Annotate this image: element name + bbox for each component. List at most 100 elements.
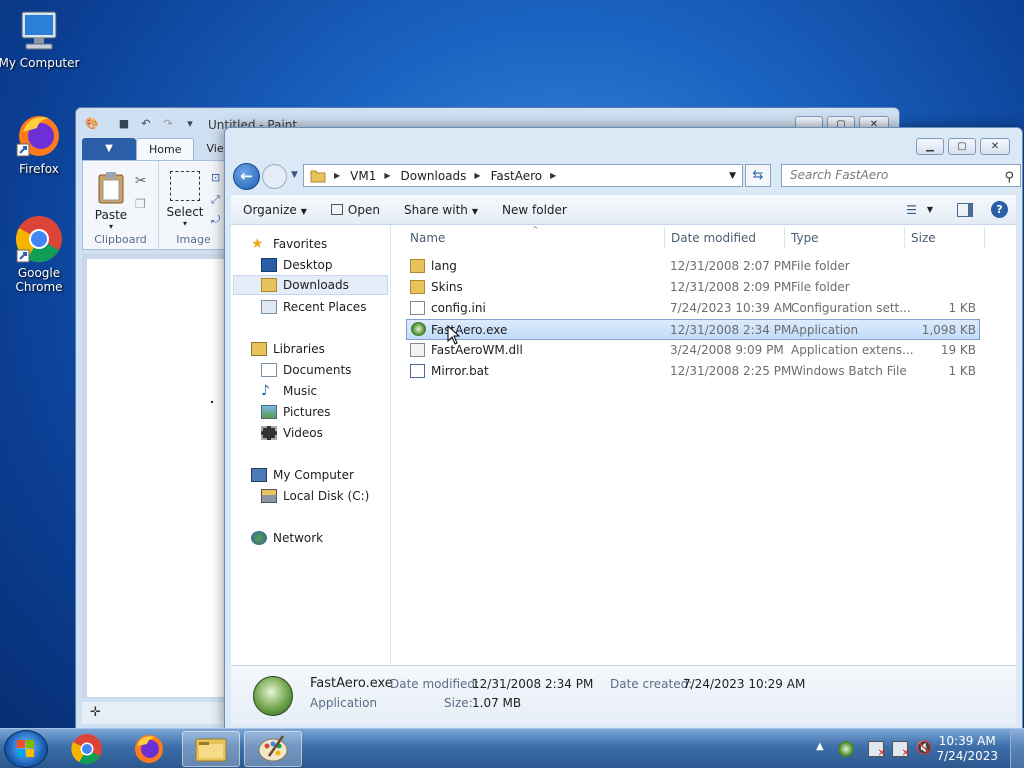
start-button[interactable] [4, 730, 48, 768]
desktop-icon-google-chrome[interactable]: Google Chrome [0, 214, 81, 294]
recent-pages-dropdown[interactable]: ▼ [291, 170, 298, 180]
undo-icon[interactable]: ↶ [138, 117, 154, 131]
address-bar[interactable]: ▶ VM1 ▶ Downloads ▶ FastAero ▶ ▼ [303, 164, 743, 187]
file-date-modified: 12/31/2008 2:09 PM [670, 280, 792, 294]
nav-pictures[interactable]: Pictures [261, 402, 331, 422]
paint-canvas[interactable] [87, 259, 227, 697]
column-header-date-modified[interactable]: Date modified [671, 231, 756, 245]
column-header-name[interactable]: Name [410, 231, 445, 245]
breadcrumb-vm1[interactable]: VM1 [350, 169, 376, 183]
close-button[interactable]: ✕ [980, 138, 1010, 155]
paint-file-menu-button[interactable]: ▼ [82, 138, 136, 160]
nav-favorites[interactable]: ★ Favorites [251, 234, 327, 254]
nav-downloads[interactable]: Downloads [233, 275, 388, 295]
nav-videos[interactable]: Videos [261, 423, 323, 443]
desktop-icon-my-computer[interactable]: My Computer [0, 8, 81, 70]
resize-icon[interactable]: ⤢ [211, 193, 220, 207]
column-header-type[interactable]: Type [791, 231, 819, 245]
file-row-config-ini[interactable]: config.ini 7/24/2023 10:39 AM Configurat… [406, 298, 980, 319]
taskbar-explorer[interactable] [182, 731, 240, 767]
file-row-fastaero-exe[interactable]: FastAero.exe 12/31/2008 2:34 PM Applicat… [406, 319, 980, 340]
preview-pane-icon[interactable] [957, 202, 973, 217]
explorer-window-controls: ▁ ▢ ✕ [916, 138, 1010, 155]
maximize-button[interactable]: ▢ [948, 138, 976, 155]
details-date-created: 7/24/2023 10:29 AM [683, 677, 806, 691]
network-tray-icon[interactable]: ✕ [892, 741, 910, 759]
clock[interactable]: 10:39 AM 7/24/2023 [936, 734, 998, 764]
redo-icon[interactable]: ↷ [160, 117, 176, 131]
explorer-icon [195, 738, 227, 762]
copy-icon[interactable]: ❐ [135, 197, 146, 211]
select-dropdown-arrow[interactable]: ▾ [165, 219, 205, 228]
file-size: 1,098 KB [921, 323, 976, 337]
minimize-button[interactable]: ▁ [916, 138, 944, 155]
show-hidden-icons-button[interactable]: ▲ [816, 741, 832, 757]
nav-libraries[interactable]: Libraries [251, 339, 325, 359]
forward-button[interactable] [262, 164, 287, 189]
new-folder-button[interactable]: New folder [490, 195, 579, 225]
paint-app-icon: 🎨 [85, 117, 99, 130]
breadcrumb-separator[interactable]: ▶ [474, 171, 480, 180]
crop-icon[interactable]: ⊡ [211, 171, 220, 184]
explorer-window[interactable]: ▁ ▢ ✕ ← ▼ ▶ VM1 ▶ Downloads ▶ FastAero ▶… [224, 127, 1023, 729]
windows-logo-icon [17, 740, 34, 757]
cut-icon[interactable]: ✂ [135, 173, 147, 189]
customize-qa-icon[interactable]: ▾ [182, 117, 198, 131]
file-row-fastaerowm-dll[interactable]: FastAeroWM.dll 3/24/2008 9:09 PM Applica… [406, 340, 980, 361]
column-divider[interactable] [904, 227, 905, 249]
open-icon [330, 203, 343, 215]
share-with-button[interactable]: Share with ▼ [392, 195, 490, 225]
file-name: lang [431, 259, 457, 273]
breadcrumb-separator[interactable]: ▶ [384, 171, 390, 180]
nav-music[interactable]: ♪ Music [261, 381, 317, 401]
file-row-skins[interactable]: Skins 12/31/2008 2:09 PM File folder [406, 277, 980, 298]
breadcrumb-separator[interactable]: ▶ [334, 171, 340, 180]
change-view-icon[interactable]: ☰ [906, 203, 917, 217]
volume-muted-icon[interactable]: 🔇 [916, 741, 932, 757]
refresh-button[interactable]: ⇆ [745, 164, 771, 187]
nav-local-disk[interactable]: Local Disk (C:) [261, 486, 369, 506]
action-center-icon[interactable]: ✕ [868, 741, 886, 759]
breadcrumb-fastaero[interactable]: FastAero [491, 169, 543, 183]
breadcrumb-downloads[interactable]: Downloads [401, 169, 467, 183]
paste-button[interactable]: Paste ▾ [93, 171, 129, 231]
file-type: Configuration sett... [791, 301, 911, 315]
search-input[interactable]: Search FastAero ⚲ [781, 164, 1021, 187]
fastaero-tray-icon[interactable] [838, 741, 854, 757]
nav-recent-places[interactable]: Recent Places [261, 297, 366, 317]
taskbar-firefox[interactable] [120, 731, 178, 767]
taskbar-chrome[interactable] [58, 731, 116, 767]
breadcrumb-separator[interactable]: ▶ [550, 171, 556, 180]
open-button[interactable]: Open [319, 195, 392, 225]
nav-my-computer[interactable]: My Computer [251, 465, 354, 485]
desktop-icon-firefox[interactable]: Firefox [0, 110, 81, 176]
select-button[interactable]: Select ▾ [165, 171, 205, 228]
exe-app-icon [411, 322, 426, 336]
column-divider[interactable] [984, 227, 985, 249]
select-label: Select [166, 205, 204, 219]
organize-button[interactable]: Organize ▼ [231, 195, 319, 225]
column-divider[interactable] [784, 227, 785, 249]
nav-desktop[interactable]: Desktop [261, 255, 333, 275]
view-dropdown-arrow[interactable]: ▼ [927, 205, 933, 214]
file-row-mirror-bat[interactable]: Mirror.bat 12/31/2008 2:25 PM Windows Ba… [406, 361, 980, 382]
chrome-icon [71, 734, 102, 765]
back-button[interactable]: ← [233, 163, 260, 190]
nav-documents[interactable]: Documents [261, 360, 351, 380]
paste-icon [98, 172, 124, 204]
address-dropdown-arrow[interactable]: ▼ [729, 171, 736, 181]
save-icon[interactable]: ■ [116, 117, 132, 131]
column-divider[interactable] [664, 227, 665, 249]
tab-home[interactable]: Home [136, 138, 195, 160]
computer-icon [21, 11, 57, 50]
details-file-type: Application [310, 696, 378, 710]
show-desktop-button[interactable] [1010, 729, 1024, 768]
taskbar-paint[interactable] [244, 731, 302, 767]
file-row-lang[interactable]: lang 12/31/2008 2:07 PM File folder [406, 256, 980, 277]
paste-dropdown-arrow[interactable]: ▾ [93, 222, 129, 231]
column-header-size[interactable]: Size [911, 231, 936, 245]
help-icon[interactable]: ? [991, 201, 1008, 218]
image-group: Select ▾ ⊡ ⤢ ⤾ Image [159, 161, 229, 249]
nav-network[interactable]: Network [251, 528, 323, 548]
rotate-icon[interactable]: ⤾ [211, 213, 220, 227]
